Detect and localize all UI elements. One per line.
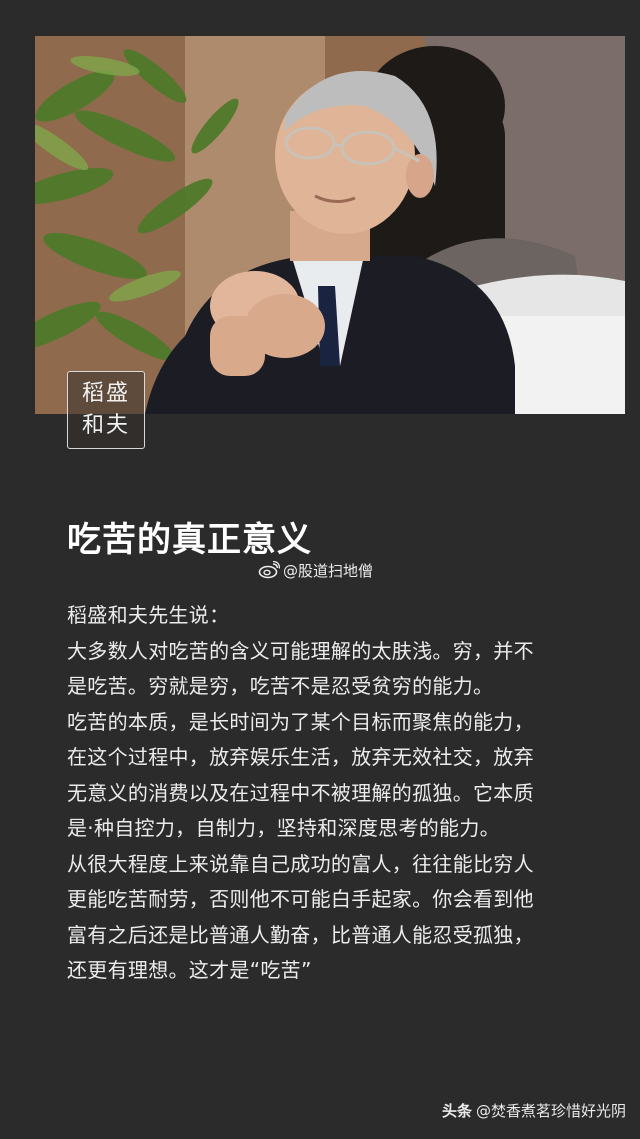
paragraph: 吃苦的本质，是长时间为了某个目标而聚焦的能力，在这个过程中，放弃娱乐生活，放弃无…: [67, 709, 534, 841]
article-title: 吃苦的真正意义: [67, 520, 312, 560]
name-badge: 稻盛 和夫: [67, 371, 145, 449]
portrait-photo: [35, 36, 625, 414]
weibo-icon: [258, 561, 280, 579]
paragraph: 从很大程度上来说靠自己成功的富人，往往能比穷人更能吃苦耐劳，否则他不可能白手起家…: [67, 851, 534, 983]
footer-handle: @焚香煮茗珍惜好光阴: [475, 1102, 626, 1120]
badge-line-1: 稻盛: [81, 381, 130, 406]
paragraph: 大多数人对吃苦的含义可能理解的太肤浅。穷，并不是吃苦。穷就是穷，吃苦不是忍受贫穷…: [67, 638, 534, 699]
portrait-illustration: [35, 36, 625, 414]
footer-credit: 头条 @焚香煮茗珍惜好光阴: [442, 1100, 626, 1121]
watermark: @股道扫地僧: [258, 558, 373, 582]
badge-line-2: 和夫: [81, 413, 130, 438]
footer-brand: 头条: [441, 1102, 472, 1120]
paragraph: 稻盛和夫先生说：: [67, 603, 230, 627]
watermark-handle: @股道扫地僧: [283, 561, 374, 580]
article-body: 稻盛和夫先生说： 大多数人对吃苦的含义可能理解的太肤浅。穷，并不是吃苦。穷就是穷…: [67, 598, 537, 989]
